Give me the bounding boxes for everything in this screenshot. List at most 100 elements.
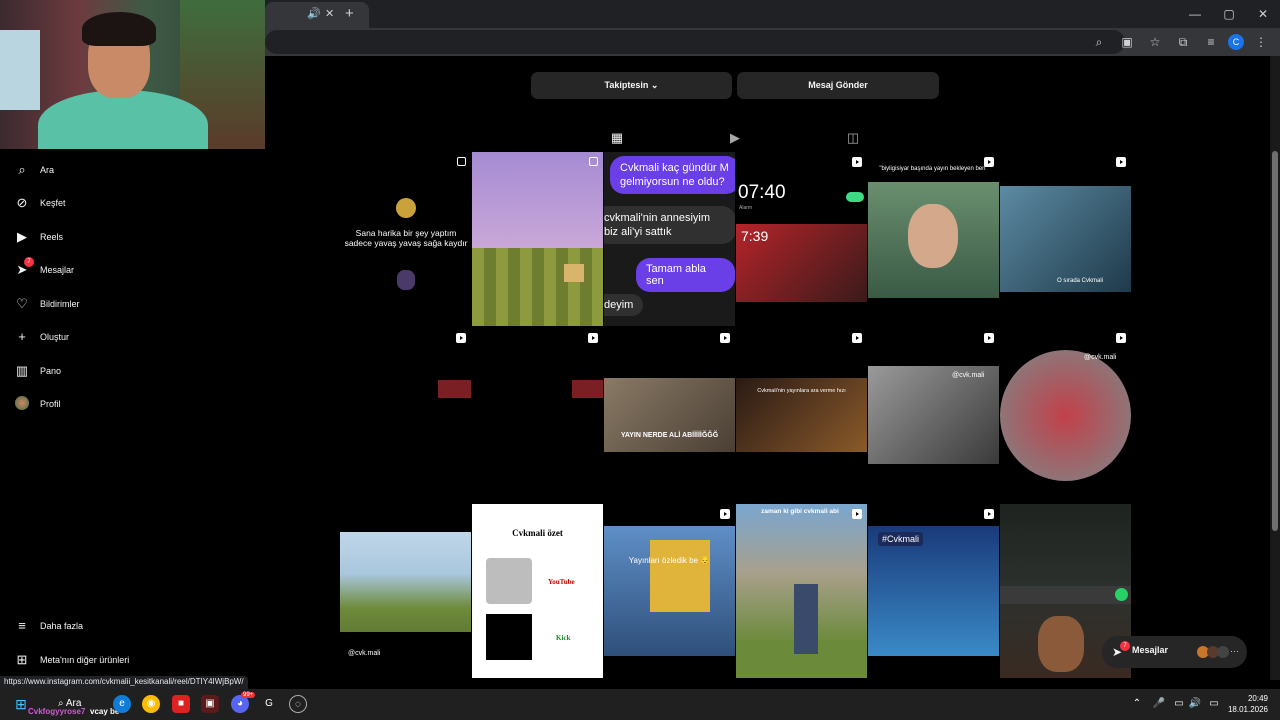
post-tag: @cvk.mali — [348, 650, 381, 657]
grid-post[interactable]: YAYIN NERDE ALİ ABİİİİİĞĞĞ — [604, 328, 735, 502]
app-red-icon[interactable]: ■ — [172, 695, 190, 713]
obs-icon[interactable]: ◌ — [289, 695, 307, 713]
sidebar-item-label: Keşfet — [40, 198, 66, 208]
windows-taskbar: ⊞ ⌕ Ara Cvkfogyyrose7 vcay be e ◉ ■ ▣ ◕ … — [0, 689, 1280, 720]
carousel-icon — [589, 157, 598, 166]
new-tab-button[interactable]: + — [345, 5, 354, 22]
grid-post[interactable] — [340, 328, 471, 502]
sidebar-item-dashboard[interactable]: ▥ Pano — [14, 359, 61, 383]
posts-grid-tab-icon[interactable]: ▦ — [609, 130, 625, 146]
send-message-button[interactable]: Mesaj Gönder — [737, 72, 939, 99]
sidebar-item-label: Bildirimler — [40, 299, 80, 309]
post-caption: Cvkmali'nin yayınlara ara verme hızı — [757, 388, 846, 394]
browser-menu-icon[interactable]: ⋮ — [1250, 32, 1272, 52]
grid-post[interactable] — [472, 328, 603, 502]
extensions-icon[interactable]: ⧉ — [1172, 32, 1194, 52]
reel-icon — [852, 333, 862, 343]
sidebar-item-reels[interactable]: ▶ Reels — [14, 225, 63, 249]
messages-drawer-label: Mesajlar — [1132, 645, 1169, 655]
edge-icon[interactable]: e — [113, 695, 131, 713]
following-button[interactable]: Takiptesin ⌄ — [531, 72, 732, 99]
address-bar[interactable] — [265, 30, 1125, 54]
tab-close-button[interactable]: ✕ — [325, 7, 334, 20]
grid-post[interactable]: 07:40 Alarm 7:39 — [736, 152, 867, 326]
cast-icon[interactable]: ▣ — [1116, 32, 1138, 52]
zoom-icon[interactable]: ⌕ — [1088, 32, 1110, 52]
restore-button[interactable]: ▢ — [1212, 0, 1246, 28]
reel-icon — [984, 509, 994, 519]
chat-bubble: Tamam abla sen — [636, 258, 735, 292]
bookmark-star-icon[interactable]: ☆ — [1144, 32, 1166, 52]
profile-avatar[interactable]: C — [1228, 34, 1244, 50]
grid-post[interactable]: Cvkmali özet YouTube Kick — [472, 504, 603, 678]
minecraft-sand — [564, 264, 584, 282]
status-url: https://www.instagram.com/cvkmalii_kesit… — [0, 676, 248, 689]
messages-badge: 7 — [1120, 641, 1130, 651]
volume-icon[interactable]: 🔊 — [1186, 695, 1204, 713]
grid-post[interactable]: Cvkmali'nin yayınlara ara verme hızı — [736, 328, 867, 502]
alarm-toggle — [846, 192, 864, 202]
sidebar-item-explore[interactable]: ⊘ Keşfet — [14, 191, 66, 215]
microphone-icon[interactable]: 🎤 — [1150, 695, 1168, 713]
speaker-icon[interactable]: 🔊 — [307, 7, 321, 20]
grid-post[interactable]: @cvk.mali — [1000, 328, 1131, 502]
post-caption: O sırada Cvkmali — [1056, 278, 1103, 284]
messages-drawer[interactable]: ➤ 7 Mesajlar ⋯ — [1102, 636, 1247, 668]
sidebar-item-label: Mesajlar — [40, 265, 75, 275]
grid-post[interactable]: @cvk.mali — [340, 504, 471, 678]
post-tag: @cvk.mali — [1084, 354, 1117, 361]
minimize-button[interactable]: — — [1178, 0, 1212, 28]
grid-post[interactable]: O sırada Cvkmali — [1000, 152, 1131, 326]
grid-post[interactable] — [472, 152, 603, 326]
sidebar-item-meta[interactable]: ⊞ Meta'nın diğer ürünleri — [14, 648, 130, 672]
reel-icon — [984, 333, 994, 343]
sidebar-item-create[interactable]: + Oluştur — [14, 325, 69, 349]
grid-post[interactable]: Sana harika bir şey yaptım sadece yavaş … — [340, 152, 471, 326]
sidebar-item-messages[interactable]: ➤ 7 Mesajlar — [14, 257, 75, 282]
sidebar-item-profile[interactable]: Profil — [14, 392, 61, 416]
post-face — [908, 204, 958, 268]
messenger-icon: ➤ 7 — [14, 257, 34, 278]
reel-icon — [588, 333, 598, 343]
sidebar-item-search[interactable]: ⌕ Ara — [14, 158, 54, 182]
media-controls-icon[interactable]: ≡ — [1200, 32, 1222, 52]
reels-tab-icon[interactable]: ▶ — [727, 130, 743, 146]
close-window-button[interactable]: ✕ — [1246, 0, 1280, 28]
taskbar-date: 18.01.2026 — [1227, 705, 1268, 714]
sidebar-item-label: Pano — [40, 366, 62, 376]
grid-post[interactable]: #Cvkmali — [868, 504, 999, 678]
reel-icon — [852, 157, 862, 167]
emoji-sticker — [396, 198, 416, 218]
webcam-overlay — [0, 0, 265, 149]
hamster-image — [486, 558, 532, 604]
menu-icon: ≡ — [18, 618, 26, 633]
sidebar-item-label: Ara — [40, 165, 55, 175]
grid-post[interactable]: "biyligisiyar başında yayın bekleyen ben… — [868, 152, 999, 326]
sidebar-item-more[interactable]: ≡ Daha fazla — [14, 614, 83, 638]
page-scrollbar[interactable] — [1270, 56, 1280, 680]
post-thumbnail — [438, 380, 471, 398]
chevron-up-icon[interactable]: ⌃ — [1128, 695, 1146, 713]
chrome-icon[interactable]: ◉ — [142, 695, 160, 713]
reel-icon — [456, 333, 466, 343]
logitech-icon[interactable]: G — [260, 695, 278, 713]
post-caption: Yayınları özledik be 😔 — [628, 556, 711, 565]
sidebar-item-label: Reels — [40, 232, 64, 242]
grid-post[interactable]: @cvk.mali — [868, 328, 999, 502]
post-photo — [1000, 186, 1131, 292]
post-photo — [604, 378, 735, 452]
minecraft-cactus — [472, 248, 603, 326]
webcam-window-background — [0, 30, 40, 110]
scrollbar-thumb[interactable] — [1272, 151, 1278, 531]
app-dark-icon[interactable]: ▣ — [201, 695, 219, 713]
sidebar-item-notifications[interactable]: ♡ Bildirimler — [14, 292, 80, 316]
tagged-tab-icon[interactable]: ◫ — [845, 130, 861, 146]
sidebar-item-label: Meta'nın diğer ürünleri — [40, 655, 130, 665]
chat-bubble: cvkmali'nin annesiyim biz ali'yi sattık — [604, 206, 735, 244]
grid-post[interactable]: zaman ki gibi cvkmali abi — [736, 504, 867, 678]
black-square — [486, 614, 532, 660]
battery-icon[interactable]: ▭ — [1205, 695, 1223, 713]
grid-post[interactable]: Yayınları özledik be 😔 — [604, 504, 735, 678]
grid-post[interactable]: Cvkmali kaç gündür M gelmiyorsun ne oldu… — [604, 152, 735, 326]
avatar — [14, 396, 30, 412]
